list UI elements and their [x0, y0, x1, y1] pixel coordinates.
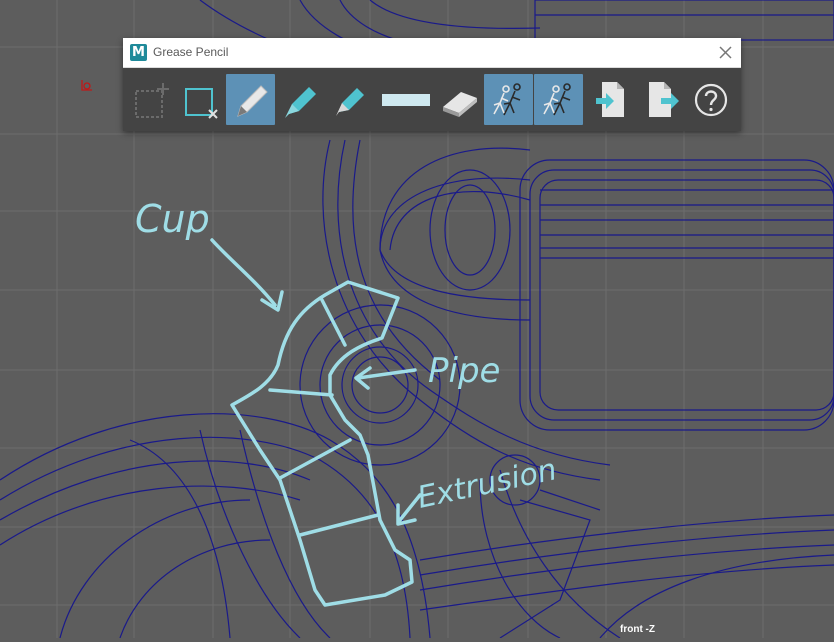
help-button[interactable]: [686, 74, 735, 125]
camera-marker-icon: [81, 80, 92, 91]
remove-frame-button[interactable]: [176, 74, 225, 125]
window-titlebar[interactable]: M Grease Pencil: [123, 38, 741, 68]
close-icon: [719, 46, 732, 59]
import-button[interactable]: [586, 74, 635, 125]
export-button[interactable]: [637, 74, 686, 125]
import-icon: [596, 82, 624, 117]
close-button[interactable]: [716, 43, 735, 62]
soft-pencil-icon: [336, 88, 364, 116]
export-icon: [649, 82, 679, 117]
pencil-icon: [237, 85, 268, 117]
eraser-tool-button[interactable]: [435, 74, 484, 125]
ghost-next-frame-icon: [543, 83, 571, 116]
svg-text:Extrusion: Extrusion: [414, 452, 559, 516]
eraser-icon: [443, 92, 477, 117]
help-icon: [694, 83, 728, 117]
maya-logo-icon: M: [130, 44, 147, 61]
grease-pencil-window: M Grease Pencil: [123, 38, 741, 131]
ghost-previous-frame-button[interactable]: [484, 74, 533, 125]
grease-pencil-toolbar: [123, 68, 741, 131]
ghost-next-frame-button[interactable]: [534, 74, 583, 125]
pencil-tool-button[interactable]: [226, 74, 275, 125]
add-frame-icon: [135, 83, 169, 118]
marker-tool-button[interactable]: [275, 74, 324, 125]
window-title: Grease Pencil: [153, 45, 229, 59]
brush-size-slider[interactable]: [374, 74, 439, 125]
svg-text:Pipe: Pipe: [428, 351, 500, 391]
camera-label: front -Z: [620, 624, 655, 635]
brush-size-slider-icon: [382, 94, 430, 106]
ghost-previous-frame-icon: [493, 83, 521, 116]
remove-frame-icon: [185, 88, 218, 119]
svg-text:Cup: Cup: [135, 197, 210, 241]
marker-icon: [285, 87, 316, 118]
add-frame-button[interactable]: [127, 74, 176, 125]
soft-pencil-tool-button[interactable]: [324, 74, 373, 125]
